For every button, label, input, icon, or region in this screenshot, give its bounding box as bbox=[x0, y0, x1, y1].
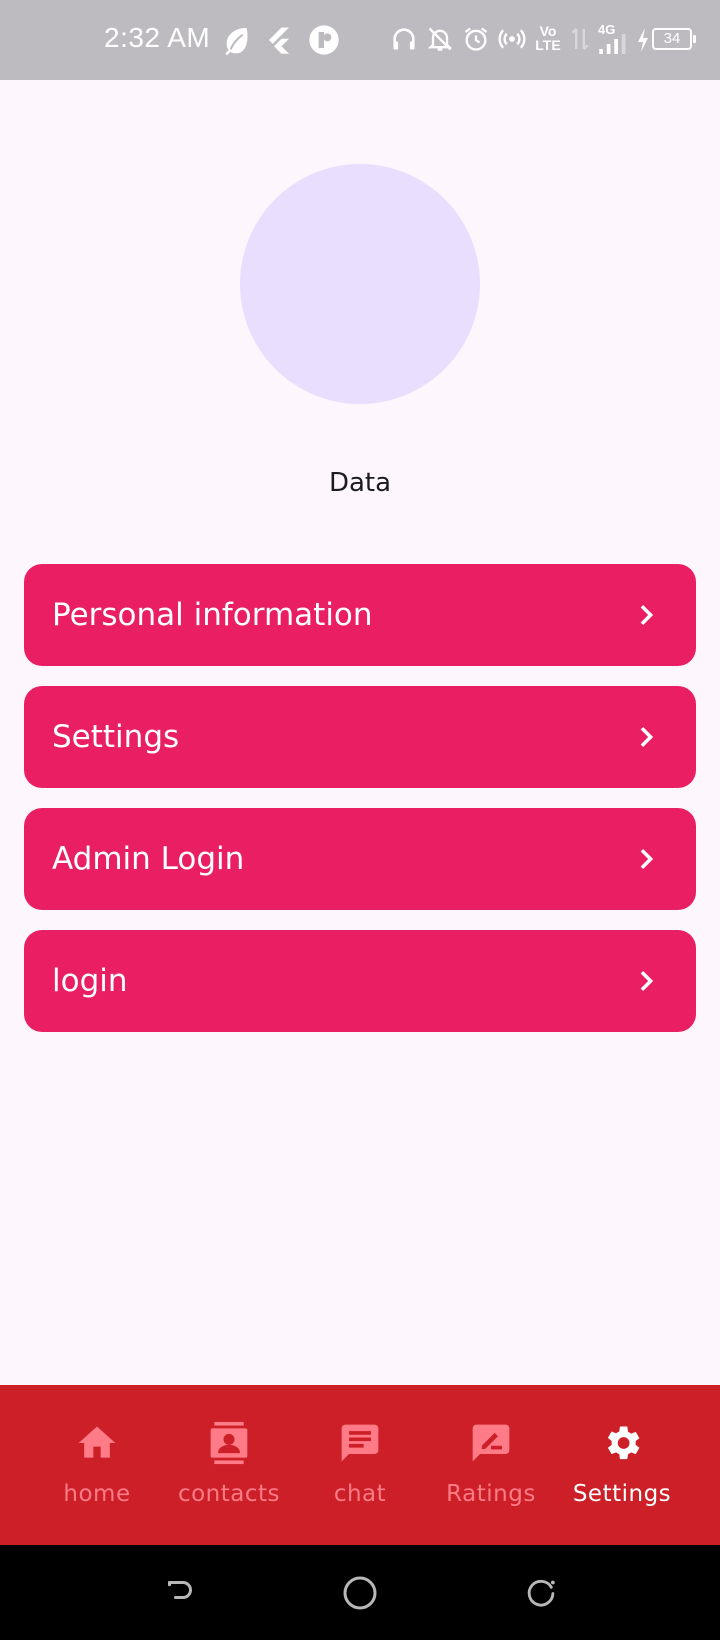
menu-item-label: login bbox=[52, 963, 128, 999]
signal-icon bbox=[599, 34, 626, 54]
charging-icon bbox=[638, 28, 648, 52]
status-bar: 2:32 AM Vo LTE 4G 34 bbox=[0, 0, 720, 80]
home-circle-icon[interactable] bbox=[340, 1573, 380, 1613]
contacts-icon bbox=[210, 1421, 248, 1465]
hotspot-icon bbox=[498, 29, 526, 49]
headphones-icon bbox=[393, 28, 415, 50]
alarm-icon bbox=[464, 27, 488, 51]
chevron-right-icon bbox=[640, 605, 654, 625]
nav-item-ratings[interactable]: Ratings bbox=[419, 1385, 563, 1545]
chat-icon bbox=[341, 1424, 379, 1462]
menu-item-personal-information[interactable]: Personal information bbox=[24, 564, 696, 666]
nav-item-contacts[interactable]: contacts bbox=[157, 1385, 301, 1545]
battery-indicator: 34 bbox=[652, 28, 696, 50]
recents-icon[interactable] bbox=[522, 1573, 560, 1611]
nav-label: Ratings bbox=[446, 1481, 536, 1507]
menu-item-admin-login[interactable]: Admin Login bbox=[24, 808, 696, 910]
app-badge-icon bbox=[309, 25, 339, 55]
data-arrows-icon bbox=[571, 28, 589, 50]
back-icon[interactable] bbox=[162, 1575, 198, 1611]
nav-item-home[interactable]: home bbox=[25, 1385, 169, 1545]
menu-item-label: Personal information bbox=[52, 597, 373, 633]
menu-item-label: Settings bbox=[52, 719, 180, 755]
menu-item-label: Admin Login bbox=[52, 841, 245, 877]
nav-item-settings[interactable]: Settings bbox=[550, 1385, 694, 1545]
chevron-right-icon bbox=[640, 971, 654, 991]
home-icon bbox=[78, 1426, 116, 1458]
nav-label: home bbox=[63, 1481, 131, 1507]
bottom-nav: home contacts chat Ratings Settings bbox=[0, 1385, 720, 1545]
volte-label: Vo LTE bbox=[535, 23, 561, 53]
nav-label: Settings bbox=[572, 1481, 672, 1507]
chevron-right-icon bbox=[640, 849, 654, 869]
notifications-off-icon bbox=[427, 27, 453, 51]
rate-review-icon bbox=[472, 1424, 510, 1462]
nav-item-chat[interactable]: chat bbox=[288, 1385, 432, 1545]
menu-item-settings[interactable]: Settings bbox=[24, 686, 696, 788]
nav-label: chat bbox=[333, 1481, 387, 1507]
leaf-icon bbox=[225, 28, 248, 56]
profile-name: Data bbox=[328, 468, 392, 498]
avatar[interactable] bbox=[240, 164, 480, 404]
volte-indicator: Vo LTE bbox=[533, 24, 563, 52]
system-nav-bar bbox=[0, 1545, 720, 1640]
nav-label: contacts bbox=[177, 1481, 281, 1507]
menu-item-login[interactable]: login bbox=[24, 930, 696, 1032]
status-time: 2:32 AM bbox=[104, 22, 211, 53]
battery-level: 34 bbox=[663, 30, 681, 47]
flutter-icon bbox=[269, 27, 289, 54]
gear-icon bbox=[607, 1426, 640, 1460]
chevron-right-icon bbox=[640, 727, 654, 747]
